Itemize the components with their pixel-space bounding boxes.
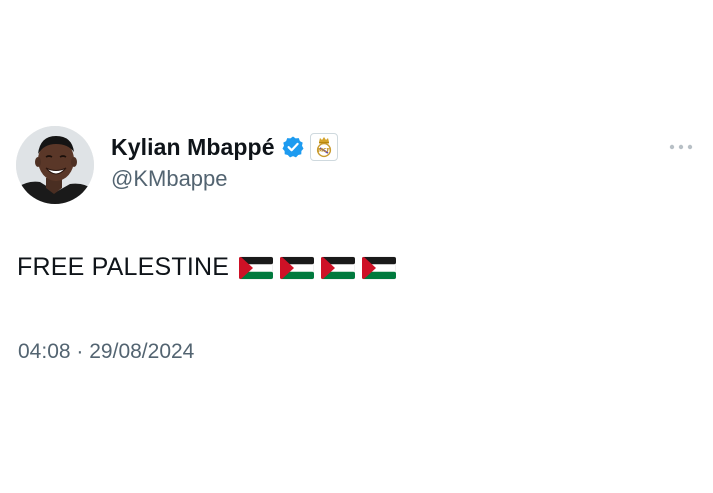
tweet-text: FREE PALESTINE [17,253,230,281]
svg-text:MCF: MCF [318,148,330,154]
tweet-card: Kylian Mbappé MCF @KMbappe FREE PALESTIN… [0,0,713,493]
tweet-body: FREE PALESTINE [17,253,403,282]
emoji-flags [238,256,403,280]
tweet-date: 29/08/2024 [89,340,195,363]
profile-photo [16,126,94,204]
more-options-icon[interactable] [664,136,698,158]
avatar[interactable] [16,126,94,204]
timestamp-separator: · [76,340,84,363]
tweet-timestamp[interactable]: 04:08 · 29/08/2024 [18,340,194,364]
palestine-flag-icon [320,256,356,280]
palestine-flag-icon [361,256,397,280]
real-madrid-crest-icon[interactable]: MCF [309,133,338,161]
author-display-name[interactable]: Kylian Mbappé [111,134,275,161]
palestine-flag-icon [279,256,315,280]
palestine-flag-icon [238,256,274,280]
author-handle[interactable]: @KMbappe [111,166,228,192]
tweet-time: 04:08 [18,340,71,363]
author-name-row: Kylian Mbappé MCF [111,131,338,163]
verified-badge-icon [281,135,305,159]
